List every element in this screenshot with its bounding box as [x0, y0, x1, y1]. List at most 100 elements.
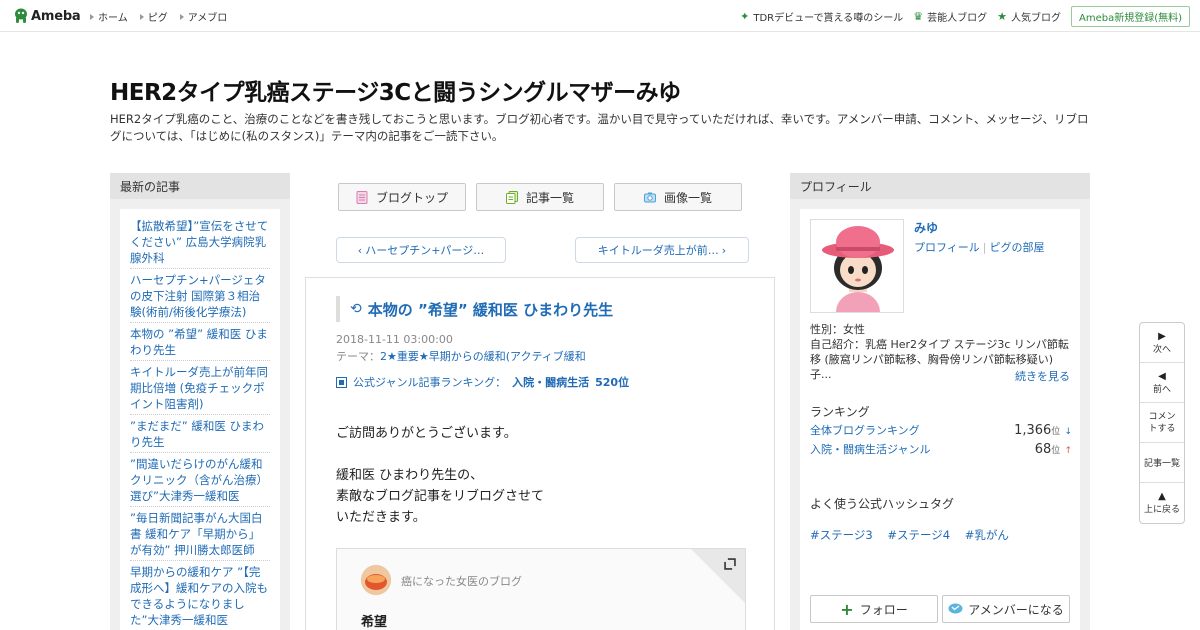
recent-article-item[interactable]: キイトルーダ売上が前年同期比倍増 (免疫チェックポイント阻害剤) [130, 361, 270, 415]
hashtag-heading: よく使う公式ハッシュタグ [810, 497, 955, 511]
reblog-icon: ⟲ [350, 301, 362, 317]
signup-button[interactable]: Ameba新規登録(無料) [1070, 6, 1190, 27]
ranking-genre-link[interactable]: 入院・闘病生活ジャンル [810, 441, 930, 457]
link-popular-blog[interactable]: ★ 人気ブログ [997, 9, 1061, 24]
prev-article-label: ハーセプチン+パージ… [365, 244, 485, 257]
avatar-image [811, 220, 903, 312]
profile-links: プロフィール | ピグの部屋 [914, 239, 1045, 255]
profile-name[interactable]: みゆ [914, 219, 938, 236]
ranking-genre-value: 68位 ↑ [1035, 442, 1072, 457]
blog-title[interactable]: HER2タイプ乳癌ステージ3Cと闘うシングルマザーみゆ [110, 73, 681, 107]
rank-unit: 位 [1051, 446, 1061, 456]
document-icon [356, 190, 368, 204]
triangle-left-icon: ◀ [1158, 370, 1166, 382]
side-next-label: 次へ [1152, 344, 1171, 355]
recent-article-item[interactable]: 本物の ”希望” 緩和医 ひまわり先生 [130, 323, 270, 361]
amember-button[interactable]: アメンバーになる [942, 595, 1070, 623]
ranking-overall-row: 全体ブログランキング 1,366位 ↓ [810, 422, 1072, 438]
hashtag-link[interactable]: #ステージ4 [887, 528, 950, 542]
amember-label: アメンバーになる [968, 602, 1064, 617]
side-comment-label: コメントする [1148, 411, 1176, 434]
profile-heading: プロフィール [790, 173, 1090, 199]
article-rank-genre: 入院・闘病生活 [512, 376, 590, 389]
hashtag-link[interactable]: #乳がん [965, 528, 1009, 542]
article-body-line: 緩和医 ひまわり先生の、 [336, 468, 484, 483]
hashtag-link[interactable]: #ステージ3 [810, 528, 873, 542]
ranking-overall-link[interactable]: 全体ブログランキング [810, 422, 920, 438]
top-right-links: ✦ TDRデビューで貰える噂のシール ♛ 芸能人ブログ ★ 人気ブログ Ameba新規… [740, 6, 1190, 27]
article-date: 2018-11-11 03:00:00 [336, 333, 453, 346]
embed-title: 希望 [361, 615, 388, 630]
link-celebrity-label: 芸能人ブログ [927, 13, 988, 24]
recent-article-item[interactable]: ”まだまだ” 緩和医 ひまわり先生 [130, 415, 270, 453]
tab-article-list[interactable]: 記事一覧 [476, 183, 604, 211]
nav-ameblo[interactable]: アメブロ [179, 9, 227, 24]
rank-unit: 位 [1051, 427, 1061, 437]
prev-article-button[interactable]: ‹ ハーセプチン+パージ… [336, 237, 506, 263]
reblog-corner-icon [724, 558, 736, 570]
top-bar: Ameba ホーム ピグ アメブロ ✦ TDRデビューで貰える噂のシール ♛ 芸能人… [0, 0, 1200, 32]
article: ⟲ 本物の ”希望” 緩和医 ひまわり先生 2018-11-11 03:00:0… [305, 277, 775, 630]
pig-room-link[interactable]: ピグの部屋 [990, 241, 1045, 254]
article-theme: テーマ：2★重要★早期からの緩和(アクティブ緩和 [336, 348, 586, 364]
triangle-up-icon: ▲ [1158, 491, 1166, 502]
chevron-right-icon: › [721, 243, 727, 257]
sparkle-icon: ✦ [740, 10, 750, 23]
profile-content: みゆ プロフィール | ピグの部屋 性別：女性 自己紹介：乳癌 Her2タイプ ステ… [800, 209, 1080, 630]
embed-blog-avatar [361, 565, 391, 595]
article-body-line [336, 444, 544, 465]
side-prev-button[interactable]: ◀ 前へ [1140, 363, 1184, 403]
ranking-icon [336, 376, 347, 388]
side-top-label: 上に戻る [1143, 505, 1180, 515]
side-comment-button[interactable]: コメントする [1140, 403, 1184, 443]
tab-article-list-label: 記事一覧 [525, 190, 574, 205]
recent-article-item[interactable]: 【拡散希望】”宣伝をさせてください” 広島大学病院乳腺外科 [130, 215, 270, 269]
hashtag-list: #ステージ3 #ステージ4 #乳がん [810, 527, 1020, 543]
link-separator: | [982, 241, 987, 254]
article-body-line: 素敵なブログ記事をリブログさせて [336, 489, 545, 504]
follow-button[interactable]: + フォロー [810, 595, 938, 623]
ranking-genre-row: 入院・闘病生活ジャンル 68位 ↑ [810, 441, 1072, 457]
article-ranking[interactable]: 公式ジャンル記事ランキング： 入院・闘病生活 520位 [336, 374, 629, 390]
nav-home[interactable]: ホーム [90, 9, 128, 24]
side-next-button[interactable]: ▶ 次へ [1140, 323, 1184, 363]
recent-article-item[interactable]: ハーセプチン+パージェタの皮下注射 国際第３相治験(術前/術後化学療法) [130, 269, 270, 323]
recent-article-item[interactable]: ”間違いだらけのがん緩和クリニック（含がん治療）選び”大津秀一緩和医 [130, 453, 270, 507]
profile-gender: 性別：女性 [810, 323, 865, 336]
link-tdr-sticker[interactable]: ✦ TDRデビューで貰える噂のシール [740, 9, 903, 24]
ranking-overall-number: 1,366 [1014, 423, 1052, 438]
profile-link[interactable]: プロフィール [914, 241, 980, 254]
ranking-genre-number: 68 [1034, 442, 1052, 457]
article-theme-link[interactable]: 2★重要★早期からの緩和(アクティブ緩和 [380, 350, 586, 363]
star-icon: ★ [997, 10, 1007, 23]
article-title[interactable]: 本物の ”希望” 緩和医 ひまわり先生 [368, 299, 613, 320]
recent-article-item[interactable]: ”毎日新聞記事がん大国白書 緩和ケア「早期から」が有効” 押川勝太郎医師 [130, 507, 270, 561]
avatar[interactable] [810, 219, 904, 313]
reblog-embed-card[interactable]: 癌になった女医のブログ 希望 [336, 548, 746, 630]
profile-panel: プロフィール みゆ プロフィール | ピグの部屋 性別：女性 自己紹介：乳癌 H… [790, 173, 1090, 630]
tab-image-list[interactable]: 画像一覧 [614, 183, 742, 211]
tab-blog-top[interactable]: ブログトップ [338, 183, 466, 211]
nav-pig-label: ピグ [147, 13, 168, 24]
amember-icon [948, 603, 963, 614]
ameba-logo[interactable]: Ameba [14, 7, 81, 25]
caret-right-icon [179, 13, 184, 20]
see-more-link[interactable]: 続きを見る [1015, 368, 1070, 384]
link-celebrity-blog[interactable]: ♛ 芸能人ブログ [913, 9, 987, 24]
copy-list-icon [505, 190, 518, 204]
logo-text: Ameba [31, 8, 81, 24]
arrow-down-icon: ↓ [1064, 427, 1072, 437]
nav-pig[interactable]: ピグ [139, 9, 168, 24]
ranking-heading: ランキング [810, 405, 870, 419]
follow-label: フォロー [859, 602, 908, 617]
next-article-button[interactable]: キイトルーダ売上が前… › [575, 237, 749, 263]
next-article-label: キイトルーダ売上が前… [597, 244, 719, 257]
side-top-button[interactable]: ▲ 上に戻る [1140, 483, 1184, 523]
side-list-button[interactable]: 記事一覧 [1140, 443, 1184, 483]
article-body-line: いただきます。 [336, 510, 426, 525]
link-popular-label: 人気ブログ [1010, 13, 1061, 24]
ranking-overall-value: 1,366位 ↓ [1014, 423, 1072, 438]
recent-article-item[interactable]: 早期からの緩和ケア ”【完成形へ】緩和ケアの入院もできるようになりました”大津秀… [130, 561, 270, 630]
article-body: ご訪問ありがとうございます。 緩和医 ひまわり先生の、 素敵なブログ記事をリブロ… [336, 423, 544, 528]
recent-articles-list: 【拡散希望】”宣伝をさせてください” 広島大学病院乳腺外科 ハーセプチン+パージ… [120, 209, 280, 630]
